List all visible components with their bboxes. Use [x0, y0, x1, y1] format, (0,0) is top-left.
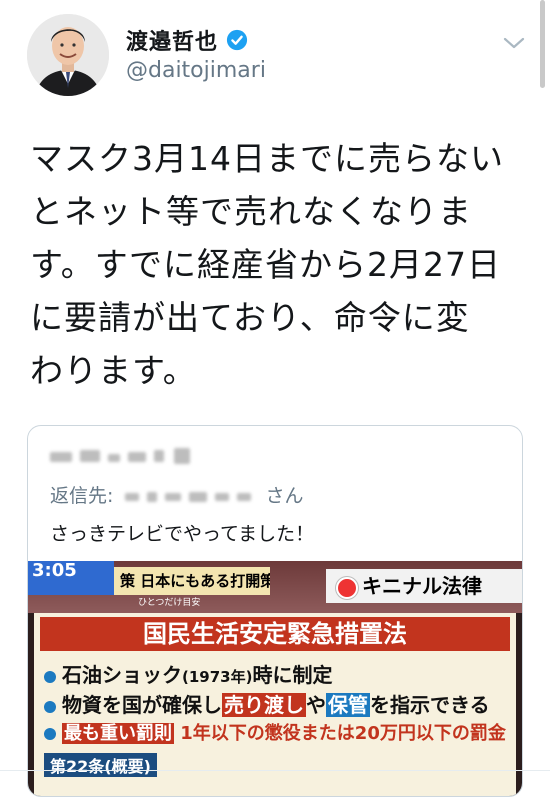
- tv-article: 第22条(概要): [44, 753, 157, 777]
- quoted-tweet-card[interactable]: 返信先: さん さっきテレビでやってました！ 3:05 策 日本にもある打開策……: [27, 425, 523, 797]
- scrollbar[interactable]: [540, 0, 545, 88]
- quoted-user-blurred: [50, 444, 220, 470]
- tv-clock: 3:05: [28, 561, 114, 595]
- reply-to-row: 返信先: さん: [50, 481, 304, 508]
- display-name[interactable]: 渡邉哲也: [126, 24, 218, 56]
- tv-title: 国民生活安定緊急措置法: [40, 617, 510, 651]
- tv-line-2-b: 売り渡し: [222, 693, 306, 717]
- reply-prefix: 返信先:: [50, 485, 114, 507]
- reply-suffix: さん: [265, 485, 304, 507]
- quoted-tweet-text: さっきテレビでやってました！: [50, 523, 315, 545]
- divider: [0, 770, 550, 771]
- bullet-icon: [44, 670, 56, 683]
- tv-screenshot-image[interactable]: 3:05 策 日本にもある打開策…でも ひとつだけ目安 キニナル法律 国民生活安…: [28, 561, 522, 796]
- tv-ribbon-sub: ひとつだけ目安: [138, 598, 201, 608]
- bullet-icon: [44, 728, 56, 740]
- reply-target-blurred[interactable]: [119, 490, 259, 504]
- tv-line-1-a: 石油ショック: [62, 663, 182, 687]
- user-handle[interactable]: @daitojimari: [126, 58, 266, 83]
- tv-ribbon: 策 日本にもある打開策…でも: [114, 567, 270, 595]
- tweet-header: 渡邉哲也 @daitojimari: [0, 0, 550, 110]
- avatar[interactable]: [27, 14, 109, 96]
- bullet-icon: [44, 700, 56, 713]
- tv-line-1-b: (1973年): [182, 668, 253, 686]
- tv-line-2-a: 物資を国が確保し: [62, 693, 222, 717]
- tv-logo-text: キニナル法律: [362, 574, 482, 598]
- tv-line-3-b: 1年以下の懲役または20万円以下の罰金: [180, 723, 506, 744]
- tv-line-1: 石油ショック(1973年)時に制定: [44, 659, 332, 688]
- chevron-down-icon[interactable]: [502, 34, 526, 52]
- flag-icon: [336, 577, 358, 599]
- avatar-image: [27, 14, 109, 96]
- tv-line-2-d: 保管: [326, 693, 370, 717]
- tweet-text: マスク3月14日までに売らない とネット等で売れなくなりま す。すでに経産省から…: [30, 139, 504, 390]
- verified-badge-icon: [226, 29, 248, 51]
- tv-line-2-e: を指示できる: [370, 693, 490, 717]
- tv-line-3: 最も重い罰則 1年以下の懲役または20万円以下の罰金: [44, 719, 506, 745]
- tv-line-3-a: 最も重い罰則: [62, 723, 174, 744]
- tv-line-2-c: や: [306, 693, 326, 717]
- name-row: 渡邉哲也: [126, 24, 248, 56]
- tv-line-1-c: 時に制定: [252, 663, 333, 687]
- tv-line-2: 物資を国が確保し 売り渡しや保管 を指示できる: [44, 689, 490, 718]
- tv-program-logo: キニナル法律: [326, 569, 522, 603]
